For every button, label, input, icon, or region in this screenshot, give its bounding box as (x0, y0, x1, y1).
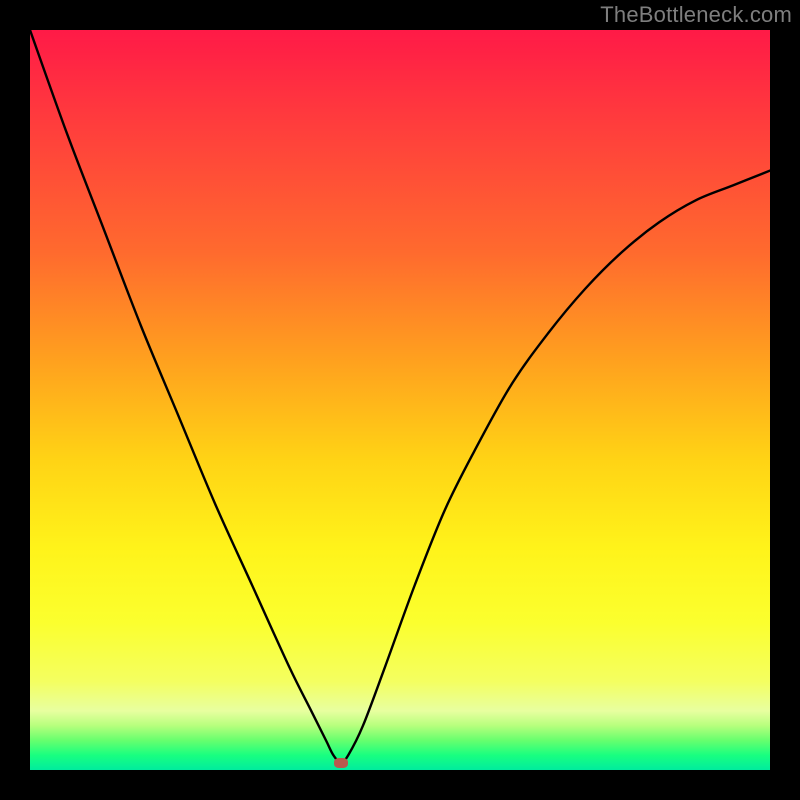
watermark-text: TheBottleneck.com (600, 2, 792, 28)
chart-frame: TheBottleneck.com (0, 0, 800, 800)
optimal-point-marker (334, 758, 348, 768)
curve-svg (30, 30, 770, 770)
bottleneck-curve (30, 30, 770, 763)
plot-area (30, 30, 770, 770)
